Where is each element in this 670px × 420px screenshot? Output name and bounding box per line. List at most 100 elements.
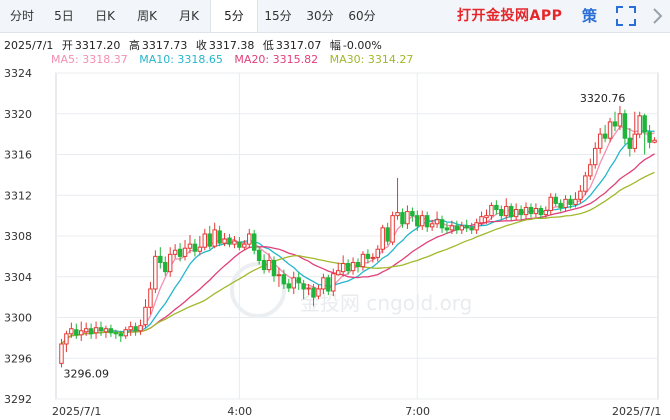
candle-body [637,115,642,135]
tab-8[interactable]: 60分 [342,0,382,32]
candle-body [79,330,84,336]
candle-body [459,225,465,231]
candle-body [360,253,366,268]
y-tick-label: 3312 [4,189,32,202]
candle-body [375,248,380,258]
watermark-text: 金投网 cngold.org [300,291,472,315]
open-label: 开 [61,39,73,52]
tab-1[interactable]: 5日 [44,0,84,32]
ma10-line [61,129,655,345]
candle-body [251,233,257,251]
y-tick-label: 3296 [4,352,32,365]
ohlc-info: 2025/7/1 开 3317.20 高 3317.73 收 3317.38 低 331… [4,37,387,53]
candle-body [276,274,282,277]
candle-body [588,164,593,177]
candle-body [88,328,94,335]
info-date: 2025/7/1 [4,39,54,52]
candle-body [153,255,158,290]
candle-body [74,329,79,336]
candle-body [148,288,153,308]
candle-body [548,196,553,212]
candle-body [59,343,64,364]
strategy-button[interactable]: 策 [582,4,606,28]
candle-body [400,212,405,225]
change-label: 幅 [329,39,341,52]
open-value: 3317.20 [74,39,121,52]
candle-body [98,327,104,332]
candle-body [563,198,568,208]
candle-body [627,137,633,149]
y-tick-label: 3320 [4,108,32,121]
tab-5[interactable]: 5分 [210,0,258,32]
tab-4[interactable]: 月K [168,0,210,32]
candle-body [553,196,558,204]
high-value: 3317.73 [141,39,188,52]
ma20-legend: MA20: 3315.82 [234,53,319,66]
candle-body [192,243,198,252]
candle-body [123,329,128,337]
open-app-promo-link[interactable]: 打开金投网APP [457,0,562,32]
candle-body [232,240,237,245]
candle-body [543,210,549,216]
candle-body [390,215,395,243]
tab-3[interactable]: 周K [126,0,168,32]
candle-body [607,121,613,139]
candle-body [227,237,232,245]
candle-body [128,326,133,331]
candle-body [474,222,479,231]
candle-body [301,283,306,290]
ma5-line [61,126,655,345]
candle-body [326,277,331,292]
candle-body [439,219,445,229]
candle-body [222,238,227,244]
candle-body [568,198,573,205]
candle-body [113,332,119,335]
ma30-legend: MA30: 3314.27 [329,53,414,66]
candle-body [108,328,114,334]
candle-body [103,328,109,333]
candle-body [484,215,489,219]
candle-body [385,227,390,242]
candle-body [583,175,588,192]
candle-body [286,283,292,289]
candle-body [513,209,519,218]
candle-body [538,207,544,216]
x-tick-label: 2025/7/1 [52,405,101,418]
candle-body [494,204,499,211]
candle-body [528,206,534,215]
candle-body [454,225,460,231]
candle-body [331,273,336,292]
tab-0[interactable]: 分时 [0,0,44,32]
candle-body [281,274,287,285]
candle-body [395,212,400,217]
tab-2[interactable]: 日K [84,0,126,32]
candle-body [499,209,504,217]
candle-body [237,241,242,248]
candle-body [242,243,247,248]
candle-body [370,256,376,259]
high-label: 高 [128,39,140,52]
candle-body [652,139,657,143]
period-tabs: 分时 5日 日K 周K 月K 5分 15分 30分 60分 [0,0,670,33]
candle-body [266,259,272,271]
fullscreen-button[interactable] [614,4,638,28]
tab-7[interactable]: 30分 [298,0,342,32]
candle-body [420,215,425,227]
candle-body [311,287,316,298]
more-button[interactable] [646,4,670,28]
candle-body [83,328,89,333]
y-tick-label: 3308 [4,230,32,243]
candle-body [336,270,341,276]
candle-body [296,277,301,284]
close-value: 3317.38 [208,39,255,52]
candle-body [306,287,311,290]
candle-body [429,223,435,228]
candle-body [558,202,563,208]
candle-body [642,115,647,133]
candle-body [321,277,326,290]
tab-6[interactable]: 15分 [258,0,298,32]
candle-body [261,259,267,271]
candle-body [247,233,252,245]
candle-body [256,249,262,261]
min-price-label: 3296.09 [63,367,108,380]
